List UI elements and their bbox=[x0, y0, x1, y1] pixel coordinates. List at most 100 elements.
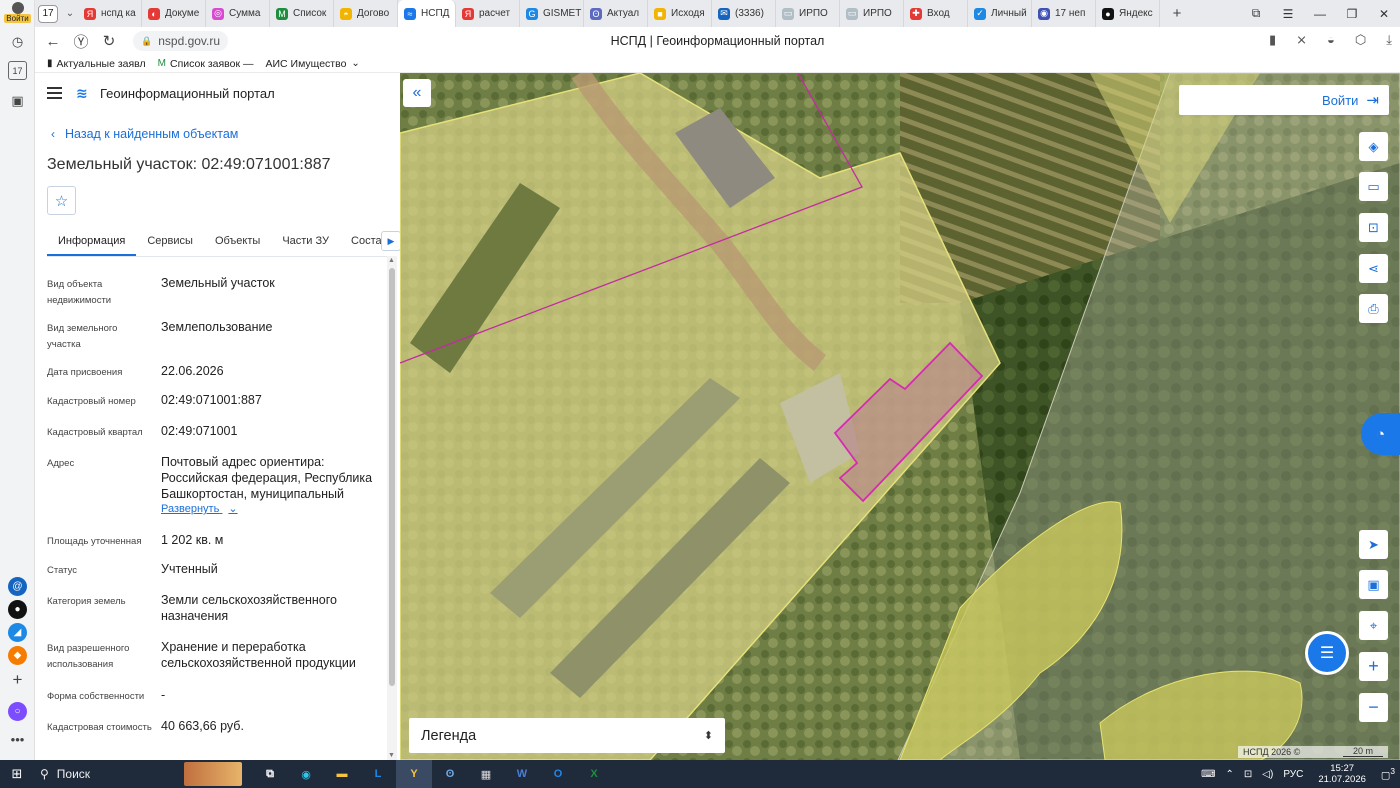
share-button[interactable]: ⋖ bbox=[1359, 254, 1388, 283]
app-icon[interactable]: ▦ bbox=[468, 760, 504, 788]
browser-tab[interactable]: ▭ ИРПО bbox=[840, 0, 904, 27]
browser-tab[interactable]: M Список bbox=[270, 0, 334, 27]
collapse-panel-button[interactable]: « bbox=[403, 79, 431, 107]
chevron-up-icon[interactable]: ⌃ bbox=[1226, 769, 1234, 780]
print-button[interactable]: ⎙ bbox=[1359, 294, 1388, 323]
bookmark-item[interactable]: ▮ Актуальные заявл bbox=[47, 58, 146, 70]
sort-updown-icon: ⬍ bbox=[703, 730, 713, 742]
geolocate-button[interactable]: ➤ bbox=[1359, 530, 1388, 559]
back-to-results-link[interactable]: ‹ Назад к найденным объектам bbox=[51, 127, 238, 141]
favorite-star-button[interactable]: ☆ bbox=[47, 186, 76, 215]
tab-label: Вход bbox=[927, 8, 950, 19]
browser-tab[interactable]: ● Яндекс bbox=[1096, 0, 1160, 27]
tab-information[interactable]: Информация bbox=[47, 230, 137, 256]
games-app-icon[interactable]: ◆ bbox=[8, 646, 27, 665]
expand-address-link[interactable]: Развернуть ⌄ bbox=[161, 502, 238, 515]
add-panel-icon[interactable]: + bbox=[8, 670, 27, 689]
new-tab-icon[interactable]: + bbox=[1166, 5, 1188, 22]
translate-icon[interactable]: ⨯ bbox=[1296, 32, 1307, 48]
chevron-down-icon[interactable]: ⌄ bbox=[62, 5, 78, 23]
tab-favicon-icon: ◎ bbox=[212, 7, 224, 20]
taskbar-search[interactable]: ⚲ Поиск bbox=[34, 760, 184, 788]
messenger-app-icon[interactable]: ● bbox=[8, 600, 27, 619]
close-icon[interactable]: ✕ bbox=[1368, 7, 1400, 21]
legend-dropdown[interactable]: Легенда ⬍ bbox=[409, 718, 725, 753]
scrollbar-thumb[interactable] bbox=[389, 268, 395, 686]
bookmark-icon[interactable]: ▮ bbox=[1269, 32, 1276, 48]
tab-label: Сумма bbox=[229, 8, 261, 19]
collections-icon[interactable]: ⧉ bbox=[1240, 6, 1272, 21]
reload-icon[interactable]: ↻ bbox=[95, 32, 123, 50]
zoom-in-button[interactable]: + bbox=[1359, 652, 1388, 681]
location-search-button[interactable]: ⌖ bbox=[1359, 611, 1388, 640]
measure-button[interactable]: ▭ bbox=[1359, 172, 1388, 201]
windows-start-icon[interactable]: ⊞ bbox=[0, 766, 34, 782]
language-indicator[interactable]: РУС bbox=[1283, 769, 1303, 780]
history-icon[interactable]: ◷ bbox=[8, 32, 27, 51]
screenshot-icon[interactable]: ▣ bbox=[8, 91, 27, 110]
login-button[interactable]: Войти ⇥ bbox=[1179, 85, 1389, 115]
scroll-down-icon[interactable]: ▼ bbox=[388, 752, 395, 759]
yandex-browser-icon[interactable]: Y bbox=[396, 760, 432, 788]
tab-objects[interactable]: Объекты bbox=[204, 230, 271, 256]
network-icon[interactable]: ⊡ bbox=[1244, 769, 1252, 780]
clock[interactable]: 15:27 21.07.2026 bbox=[1318, 763, 1366, 785]
notifications-icon[interactable]: ▢3 bbox=[1381, 766, 1395, 781]
excel-icon[interactable]: X bbox=[576, 760, 612, 788]
layers-button[interactable]: ◈ bbox=[1359, 132, 1388, 161]
chat-button[interactable]: ☰ bbox=[1305, 631, 1349, 675]
browser-tab[interactable]: ◐ Докуме bbox=[142, 0, 206, 27]
browser-tab[interactable]: ◉ 17 неп bbox=[1032, 0, 1096, 27]
protect-icon[interactable]: ◒ bbox=[1327, 32, 1335, 48]
minimap-button[interactable]: ▣ bbox=[1359, 570, 1388, 599]
select-area-button[interactable]: ⊡ bbox=[1359, 213, 1388, 242]
word-icon[interactable]: W bbox=[504, 760, 540, 788]
tab-count[interactable]: 17 bbox=[38, 4, 58, 23]
browser-tab[interactable]: Ярасчет bbox=[456, 0, 520, 27]
downloads-icon[interactable]: ⤓ bbox=[1386, 32, 1392, 48]
bookmark-item[interactable]: M Список заявок — bbox=[158, 58, 254, 70]
profile-avatar[interactable]: Войти bbox=[4, 2, 31, 27]
browser-tab[interactable]: ◓ Догово bbox=[334, 0, 398, 27]
tab-services[interactable]: Сервисы bbox=[136, 230, 204, 256]
restore-icon[interactable]: ❐ bbox=[1336, 7, 1368, 21]
help-button[interactable]: ◔ bbox=[1361, 413, 1400, 455]
browser-tab[interactable]: ✉ (3336) bbox=[712, 0, 776, 27]
app-icon[interactable]: ʘ bbox=[432, 760, 468, 788]
app-icon[interactable]: L bbox=[360, 760, 396, 788]
url-field[interactable]: 🔒 nspd.gov.ru bbox=[133, 31, 229, 51]
alice-assistant-icon[interactable]: ○ bbox=[8, 702, 27, 721]
hamburger-menu-icon[interactable] bbox=[47, 87, 62, 99]
browser-tab[interactable]: ◎ Сумма bbox=[206, 0, 270, 27]
back-icon[interactable]: ← bbox=[39, 33, 67, 50]
browser-tab[interactable]: ■ Исходя bbox=[648, 0, 712, 27]
panel-scrollbar[interactable]: ▲ ▼ bbox=[387, 256, 397, 760]
edge-icon[interactable]: ◉ bbox=[288, 760, 324, 788]
browser-tab[interactable]: Янспд ка bbox=[78, 0, 142, 27]
tab-parts[interactable]: Части ЗУ bbox=[271, 230, 340, 256]
extensions-icon[interactable]: ⬡ bbox=[1355, 32, 1366, 48]
menu-icon[interactable]: ☰ bbox=[1272, 7, 1304, 21]
cloud-app-icon[interactable]: ◢ bbox=[8, 623, 27, 642]
browser-tab[interactable]: ʘ Актуал bbox=[584, 0, 648, 27]
browser-tab[interactable]: ▭ ИРПО bbox=[776, 0, 840, 27]
tabs-scroll-right-button[interactable]: ▶ bbox=[381, 231, 400, 251]
zoom-out-button[interactable]: − bbox=[1359, 693, 1388, 722]
keyboard-icon[interactable]: ⌨ bbox=[1201, 769, 1215, 780]
browser-tab[interactable]: ✓ Личный bbox=[968, 0, 1032, 27]
more-icon[interactable]: ••• bbox=[8, 730, 27, 749]
volume-icon[interactable]: ◁) bbox=[1262, 769, 1273, 780]
browser-tab[interactable]: ≈НСПД✕ bbox=[398, 0, 456, 27]
yandex-icon[interactable]: Ⓨ bbox=[67, 31, 95, 52]
calendar-icon[interactable]: 17 bbox=[8, 61, 27, 80]
bookmark-folder[interactable]: АИС Имущество ⌄ bbox=[266, 58, 364, 70]
outlook-icon[interactable]: O bbox=[540, 760, 576, 788]
browser-tab[interactable]: G GISMET bbox=[520, 0, 584, 27]
task-view-icon[interactable]: ⧉ bbox=[252, 760, 288, 788]
file-explorer-icon[interactable]: ▬ bbox=[324, 760, 360, 788]
minimize-icon[interactable]: — bbox=[1304, 7, 1336, 21]
mail-app-icon[interactable]: @ bbox=[8, 577, 27, 596]
scroll-up-icon[interactable]: ▲ bbox=[388, 257, 395, 264]
browser-tab[interactable]: ✚ Вход bbox=[904, 0, 968, 27]
map-view[interactable]: « Войти ⇥ ◈ ▭ ⊡ ⋖ ⎙ ◔ ➤ ▣ ⌖ + − ☰ Легенд… bbox=[400, 73, 1400, 760]
